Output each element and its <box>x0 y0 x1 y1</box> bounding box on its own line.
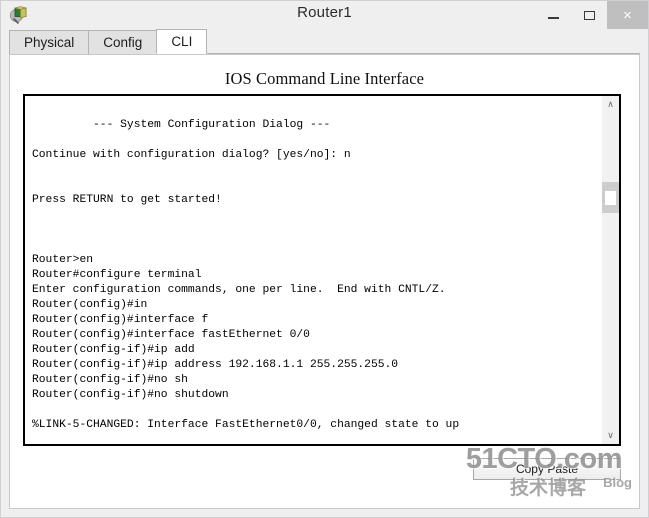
scroll-up-arrow-icon[interactable]: ∧ <box>602 96 619 113</box>
terminal-line: Router#configure terminal <box>32 269 202 281</box>
terminal-line: %LINK-5-CHANGED: Interface FastEthernet0… <box>32 419 460 431</box>
panel-heading: IOS Command Line Interface <box>224 69 425 88</box>
copy-paste-button[interactable]: Copy Paste <box>473 458 621 480</box>
tab-cli[interactable]: CLI <box>156 29 208 54</box>
close-button[interactable]: × <box>607 1 648 29</box>
terminal-line: Router(config-if)#ip add <box>32 344 195 356</box>
maximize-button[interactable] <box>571 1 607 29</box>
terminal-scrollbar[interactable]: ∧ ∨ <box>601 96 619 444</box>
terminal-line: Continue with configuration dialog? [yes… <box>32 149 351 161</box>
terminal-line: Press RETURN to get started! <box>32 194 222 206</box>
cli-panel: IOS Command Line Interface --- System Co… <box>9 54 640 509</box>
terminal-line: Router>en <box>32 254 94 266</box>
minimize-button[interactable] <box>535 1 571 29</box>
terminal-line: Router(config)#interface fastEthernet 0/… <box>32 329 310 341</box>
terminal-line: Router(config)#in <box>32 299 148 311</box>
terminal-output[interactable]: --- System Configuration Dialog --- Cont… <box>25 96 601 444</box>
terminal-line: Router(config-if)#no sh <box>32 374 188 386</box>
scroll-down-arrow-icon[interactable]: ∨ <box>602 427 619 444</box>
tab-physical[interactable]: Physical <box>9 30 90 54</box>
terminal-line: Router(config-if)#no shutdown <box>32 389 229 401</box>
scrollbar-thumb[interactable] <box>602 182 619 214</box>
cli-button-row: Copy Paste <box>473 458 621 480</box>
terminal-line: Enter configuration commands, one per li… <box>32 284 446 296</box>
title-bar: Router1 × <box>1 1 648 29</box>
terminal-container: --- System Configuration Dialog --- Cont… <box>23 94 621 446</box>
tab-config[interactable]: Config <box>88 30 158 54</box>
terminal-line: Router(config)#interface f <box>32 314 209 326</box>
terminal-line: --- System Configuration Dialog --- <box>32 119 331 131</box>
router-cli-window: Router1 × Physical Config CLI IOS Comman… <box>0 0 649 518</box>
terminal-line: Router(config-if)#ip address 192.168.1.1… <box>32 359 399 371</box>
window-controls: × <box>535 1 648 29</box>
scrollbar-track[interactable] <box>602 113 619 427</box>
tab-bar: Physical Config CLI <box>1 29 648 54</box>
minimize-icon <box>547 16 559 19</box>
maximize-icon <box>583 10 595 20</box>
